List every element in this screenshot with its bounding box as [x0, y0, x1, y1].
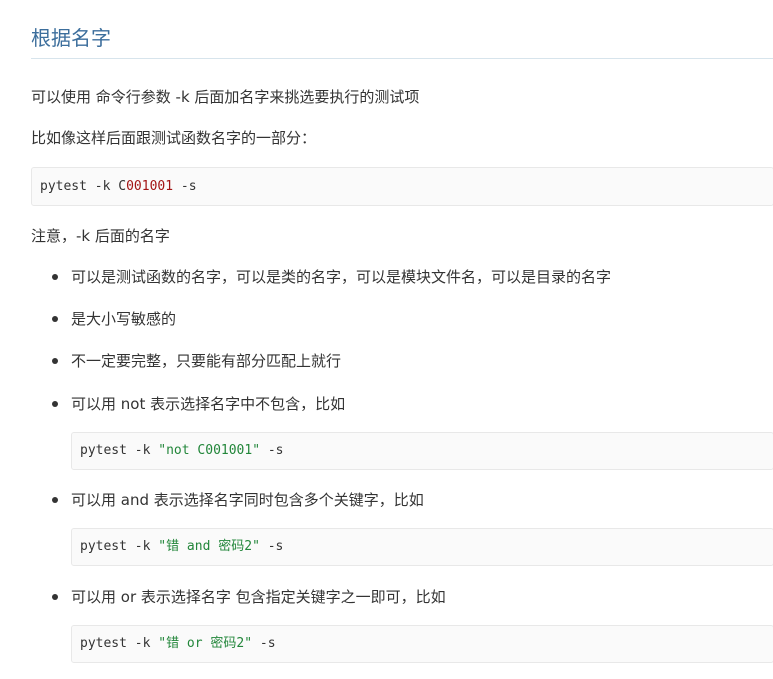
note-paragraph: 注意，-k 后面的名字 — [31, 227, 170, 245]
list-item: 可以用 not 表示选择名字中不包含，比如 — [71, 395, 346, 413]
list-item: 可以是测试函数的名字，可以是类的名字，可以是模块文件名，可以是目录的名字 — [71, 268, 612, 286]
list-item: 不一定要完整，只要能有部分匹配上就行 — [71, 352, 342, 370]
code-string: "not C001001" — [158, 443, 261, 458]
code-string: "错 and 密码2" — [158, 539, 260, 554]
example-intro-paragraph: 比如像这样后面跟测试函数名字的一部分： — [31, 129, 317, 147]
list-item: 可以用 or 表示选择名字 包含指定关键字之一即可，比如 — [71, 588, 446, 606]
code-text: -s — [260, 443, 284, 458]
bullet-icon — [52, 316, 58, 322]
code-text: pytest -k — [80, 539, 159, 554]
bullet-icon — [52, 274, 58, 280]
intro-paragraph: 可以使用 命令行参数 -k 后面加名字来挑选要执行的测试项 — [31, 88, 420, 106]
code-block-or[interactable]: pytest -k "错 or 密码2" -s — [71, 625, 773, 663]
code-text: -s — [259, 539, 284, 554]
code-text: pytest -k C — [40, 179, 127, 194]
code-text: -s — [252, 636, 276, 651]
code-block-not[interactable]: pytest -k "not C001001" -s — [71, 432, 773, 470]
list-item: 是大小写敏感的 — [71, 310, 177, 328]
list-item: 可以用 and 表示选择名字同时包含多个关键字，比如 — [71, 491, 424, 509]
code-text: pytest -k — [80, 636, 159, 651]
code-string: "错 or 密码2" — [158, 636, 253, 651]
code-block-and[interactable]: pytest -k "错 and 密码2" -s — [71, 528, 773, 566]
section-heading: 根据名字 — [31, 26, 111, 50]
bullet-icon — [52, 358, 58, 364]
code-text: -s — [173, 179, 197, 194]
bullet-icon — [52, 594, 58, 600]
code-number: 001001 — [126, 179, 174, 194]
code-text: pytest -k — [80, 443, 159, 458]
bullet-icon — [52, 497, 58, 503]
code-block-example[interactable]: pytest -k C001001 -s — [31, 167, 773, 206]
heading-divider — [31, 58, 773, 59]
bullet-icon — [52, 401, 58, 407]
